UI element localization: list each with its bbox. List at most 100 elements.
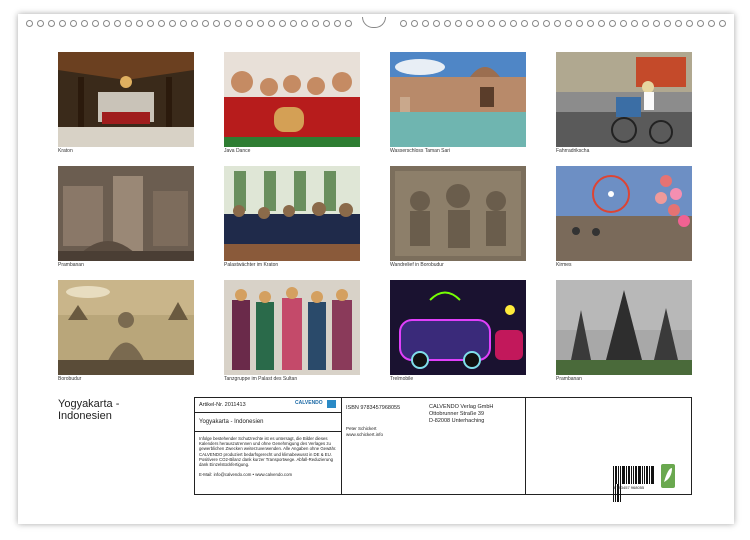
caption-water-castle: Wasserschloss Taman Sari xyxy=(390,148,451,154)
publisher-city: D-82008 Unterhaching xyxy=(429,418,485,424)
info-box: Artikel-Nr. 2011413 CALVENDO Yogyakarta … xyxy=(194,397,692,502)
caption-borobudur: Borobudur xyxy=(58,376,82,382)
binding-ring xyxy=(510,20,517,27)
binding-ring xyxy=(488,20,495,27)
binding-ring xyxy=(587,20,594,27)
binding-ring xyxy=(477,20,484,27)
binding-ring xyxy=(345,20,352,27)
contact-email: E-Mail: info@calvendo.com • www.calvendo… xyxy=(199,472,293,477)
author-website: www.schickert.info xyxy=(346,432,384,437)
caption-java-dance: Java Dance xyxy=(224,148,251,154)
binding-ring xyxy=(433,20,440,27)
calendar-title: Yogyakarta - Indonesien xyxy=(58,398,119,422)
binding-ring xyxy=(312,20,319,27)
photo-water-castle xyxy=(390,52,526,147)
photo-palace-guards xyxy=(224,166,360,261)
binding-ring xyxy=(92,20,99,27)
binding-ring xyxy=(180,20,187,27)
binding-ring xyxy=(158,20,165,27)
binding-ring xyxy=(125,20,132,27)
binding-ring xyxy=(323,20,330,27)
title-line-1: Yogyakarta - xyxy=(58,398,120,410)
photo-dance-group xyxy=(224,280,360,375)
legal-text: Infolge bestehender Schutzrechte ist es … xyxy=(199,436,337,468)
binding-ring xyxy=(191,20,198,27)
binding-ring xyxy=(686,20,693,27)
binding-ring xyxy=(499,20,506,27)
binding-ring xyxy=(653,20,660,27)
binding-ring xyxy=(213,20,220,27)
isbn: ISBN 9783457968055 xyxy=(346,405,401,411)
binding-ring xyxy=(466,20,473,27)
binding-ring xyxy=(103,20,110,27)
caption-palace-guards: Palastwächter im Kraton xyxy=(224,262,279,268)
binding-ring xyxy=(521,20,528,27)
binding-ring xyxy=(565,20,572,27)
binding-ring xyxy=(620,20,627,27)
binding-ring xyxy=(26,20,33,27)
publisher-name: CALVENDO Verlag GmbH xyxy=(429,404,494,410)
binding-ring xyxy=(675,20,682,27)
binding-ring xyxy=(257,20,264,27)
binding-ring xyxy=(422,20,429,27)
binding-ring xyxy=(708,20,715,27)
binding-ring xyxy=(224,20,231,27)
binding-ring xyxy=(48,20,55,27)
photo-relief xyxy=(390,166,526,261)
binding-ring xyxy=(532,20,539,27)
binding-ring xyxy=(719,20,726,27)
binding-ring xyxy=(554,20,561,27)
binding-ring xyxy=(664,20,671,27)
binding-ring xyxy=(169,20,176,27)
binding-ring xyxy=(334,20,341,27)
binding-ring xyxy=(301,20,308,27)
title-line-2: Indonesien xyxy=(58,410,112,422)
binding-ring xyxy=(235,20,242,27)
binding-ring xyxy=(59,20,66,27)
calvendo-logo: CALVENDO xyxy=(295,400,323,406)
caption-fair: Kirmes xyxy=(556,262,572,268)
binding-ring xyxy=(279,20,286,27)
photo-java-dance xyxy=(224,52,360,147)
photo-fair xyxy=(556,166,692,261)
binding-ring xyxy=(543,20,550,27)
caption-relief: Wandrelief in Borobudur xyxy=(390,262,444,268)
photo-rickshaw xyxy=(556,52,692,147)
caption-prambanan-temple: Prambanan xyxy=(556,376,582,382)
caption-kraton: Kraton xyxy=(58,148,73,154)
binding-ring xyxy=(147,20,154,27)
binding-ring xyxy=(268,20,275,27)
binding-ring xyxy=(202,20,209,27)
binding-ring xyxy=(81,20,88,27)
binding-ring xyxy=(598,20,605,27)
binding-ring xyxy=(697,20,704,27)
publisher-street: Ottobrunner Straße 39 xyxy=(429,411,485,417)
binding-ring xyxy=(631,20,638,27)
binding-ring xyxy=(114,20,121,27)
calendar-back-page: Kraton Java Dance Wasserschloss Taman Sa… xyxy=(18,14,734,524)
photo-kraton xyxy=(58,52,194,147)
binding-ring xyxy=(576,20,583,27)
binding-ring xyxy=(411,20,418,27)
binding-ring xyxy=(37,20,44,27)
caption-rickshaw: Fahrradrikscha xyxy=(556,148,590,154)
calvendo-logo-icon xyxy=(327,400,336,408)
binding-ring xyxy=(400,20,407,27)
binding-ring xyxy=(455,20,462,27)
binding-ring xyxy=(136,20,143,27)
binding-ring xyxy=(609,20,616,27)
caption-prambanan-ruins: Prambanan xyxy=(58,262,84,268)
fsc-leaf-icon xyxy=(661,464,675,488)
article-number: Artikel-Nr. 2011413 xyxy=(199,402,246,408)
binding-ring xyxy=(246,20,253,27)
barcode-number: 9 783457 968055 xyxy=(613,485,645,490)
photo-borobudur xyxy=(58,280,194,375)
binding-ring xyxy=(642,20,649,27)
photo-prambanan-temple xyxy=(556,280,692,375)
binding-ring xyxy=(70,20,77,27)
photo-prambanan-ruins xyxy=(58,166,194,261)
photo-light-cars xyxy=(390,280,526,375)
caption-dance-group: Tanzgruppe im Palast des Sultan xyxy=(224,376,298,382)
caption-light-cars: Trelmobile xyxy=(390,376,414,382)
binding-ring xyxy=(444,20,451,27)
